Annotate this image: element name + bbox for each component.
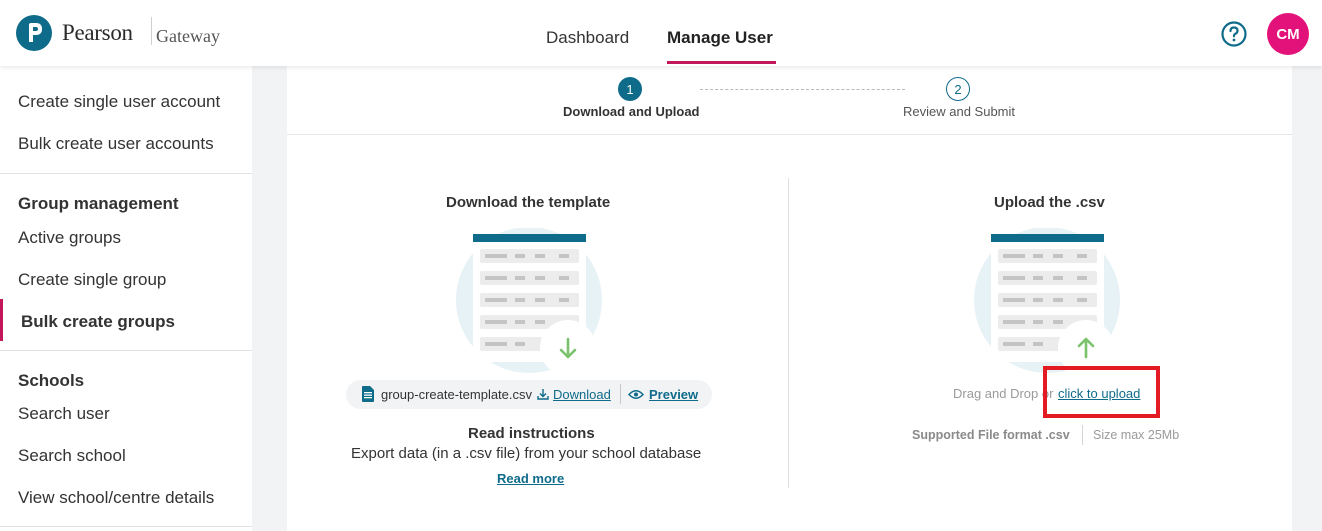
read-instructions-title: Read instructions bbox=[468, 425, 595, 442]
nav-tab-manage-user[interactable]: Manage User bbox=[667, 28, 773, 48]
sidebar-item-bulk-create-groups[interactable]: Bulk create groups bbox=[21, 312, 175, 332]
download-template-illustration bbox=[456, 228, 602, 376]
step-2-label: Review and Submit bbox=[903, 104, 1015, 119]
brand-name[interactable]: Pearson bbox=[62, 20, 133, 46]
upload-csv-title: Upload the .csv bbox=[994, 194, 1105, 211]
pill-divider bbox=[620, 384, 621, 404]
question-circle-icon[interactable] bbox=[1221, 21, 1247, 47]
top-header: Pearson Gateway Dashboard Manage User CM bbox=[0, 0, 1322, 66]
stepper-divider bbox=[287, 134, 1292, 135]
pearson-logo-icon[interactable] bbox=[16, 15, 52, 51]
user-avatar[interactable]: CM bbox=[1267, 13, 1309, 55]
read-more-link[interactable]: Read more bbox=[497, 471, 564, 486]
upload-link-highlight bbox=[1043, 366, 1160, 418]
sidebar-item-bulk-create-users[interactable]: Bulk create user accounts bbox=[18, 134, 214, 154]
active-tab-underline bbox=[667, 61, 776, 64]
brand-divider bbox=[151, 17, 152, 45]
nav-tab-dashboard[interactable]: Dashboard bbox=[546, 28, 629, 48]
template-file-name: group-create-template.csv bbox=[381, 387, 533, 402]
download-template-link[interactable]: Download bbox=[553, 387, 611, 402]
csv-file-icon bbox=[362, 386, 374, 402]
sidebar-heading-group-management: Group management bbox=[18, 194, 179, 213]
sidebar: Create single user account Bulk create u… bbox=[0, 66, 252, 531]
sidebar-active-indicator bbox=[0, 299, 3, 341]
eye-icon[interactable] bbox=[628, 389, 644, 400]
sidebar-heading-schools: Schools bbox=[18, 371, 85, 390]
size-limit-text: Size max 25Mb bbox=[1093, 428, 1180, 442]
step-1-label: Download and Upload bbox=[563, 104, 700, 119]
preview-template-link[interactable]: Preview bbox=[649, 387, 698, 402]
drag-and-drop-text: Drag and Drop or bbox=[953, 386, 1054, 401]
column-divider bbox=[788, 178, 789, 488]
step-2-indicator: 2 bbox=[946, 77, 970, 101]
download-icon[interactable] bbox=[537, 388, 549, 400]
sidebar-item-search-user[interactable]: Search user bbox=[18, 404, 110, 424]
download-template-title: Download the template bbox=[446, 194, 611, 211]
supported-format-text: Supported File format .csv bbox=[912, 428, 1070, 442]
sidebar-item-active-groups[interactable]: Active groups bbox=[18, 228, 121, 248]
sidebar-item-create-single-group[interactable]: Create single group bbox=[18, 270, 166, 290]
sidebar-divider bbox=[0, 173, 252, 174]
brand-sub-name: Gateway bbox=[156, 26, 220, 46]
upload-csv-illustration[interactable] bbox=[973, 228, 1123, 378]
format-divider bbox=[1082, 425, 1083, 445]
read-instructions-description: Export data (in a .csv file) from your s… bbox=[351, 445, 702, 462]
step-1-indicator: 1 bbox=[618, 77, 642, 101]
stepper-connector bbox=[700, 89, 905, 90]
sidebar-divider bbox=[0, 350, 252, 351]
sidebar-divider bbox=[0, 526, 252, 527]
sidebar-item-create-single-user[interactable]: Create single user account bbox=[18, 92, 220, 112]
sidebar-item-search-school[interactable]: Search school bbox=[18, 446, 126, 466]
sidebar-item-view-school-details[interactable]: View school/centre details bbox=[18, 488, 214, 508]
